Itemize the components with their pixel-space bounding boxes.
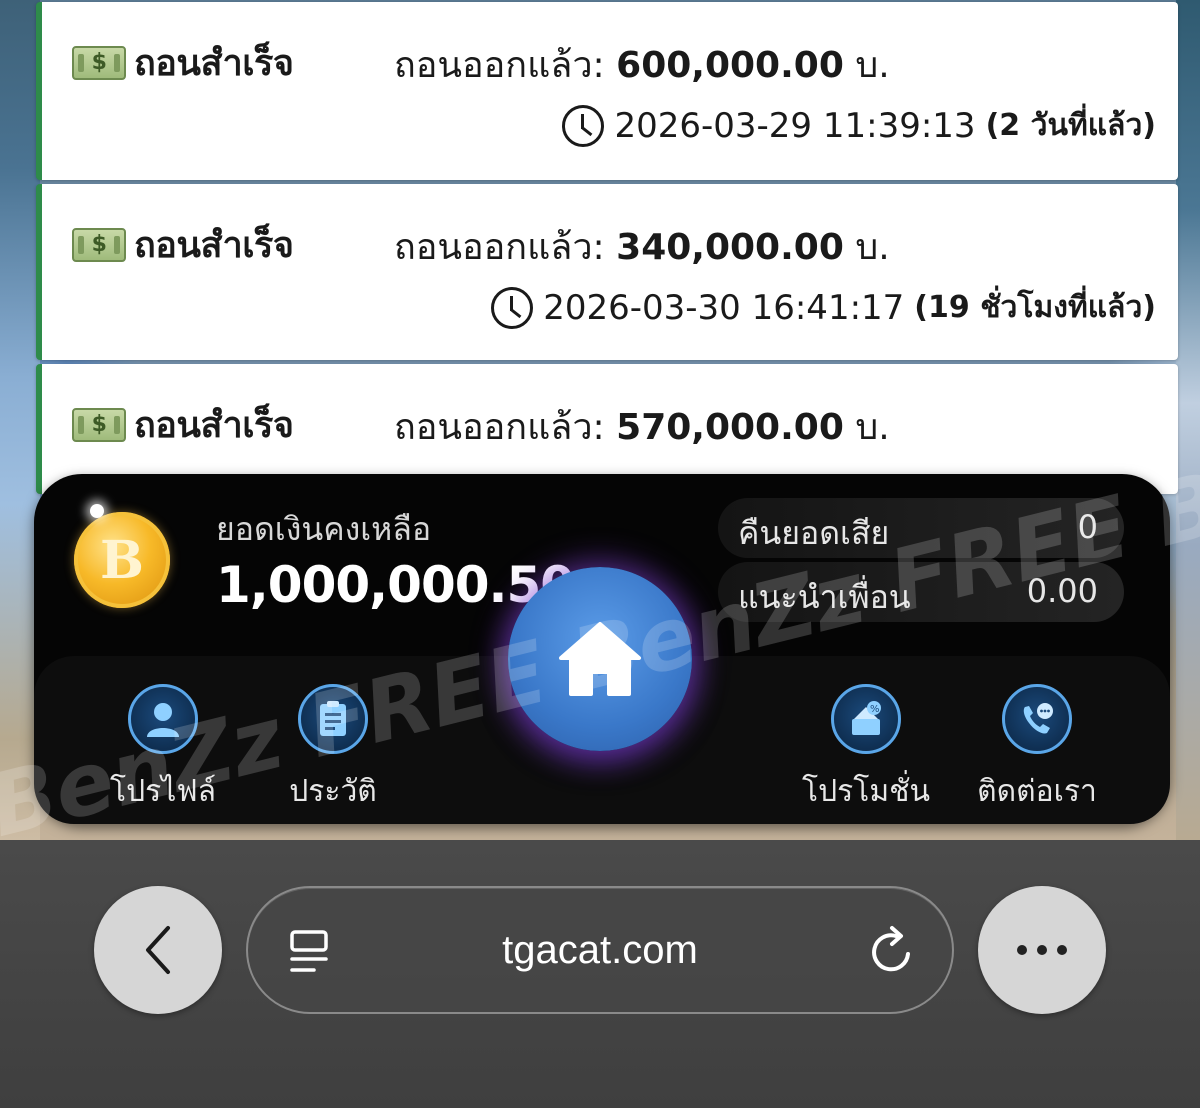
svg-text:%: %: [870, 704, 880, 715]
time-line: 2026-03-30 16:41:17 (19 ชั่วโมงที่แล้ว): [491, 284, 1156, 331]
address-bar[interactable]: tgacat.com: [246, 886, 954, 1014]
status-label: ถอนสำเร็จ: [134, 43, 294, 84]
datetime: 2026-03-29 11:39:13: [614, 105, 976, 146]
balance-value: 1,000,000.50: [216, 556, 575, 614]
currency: บ.: [855, 227, 890, 268]
money-icon: $: [72, 227, 126, 262]
transaction-card: $ ถอนสำเร็จ ถอนออกแล้ว: 600,000.00 บ. 20…: [36, 2, 1178, 180]
nav-promotion[interactable]: % โปรโมชั่น: [791, 684, 941, 815]
nav-contact[interactable]: ติดต่อเรา: [962, 684, 1112, 815]
clock-icon: [562, 104, 605, 147]
transaction-status: $ ถอนสำเร็จ: [72, 396, 294, 453]
cashback-value: 0: [1077, 508, 1098, 546]
phone-chat-icon: [1002, 684, 1072, 754]
more-dot-icon: [1037, 945, 1047, 955]
wallet-panel: B ยอดเงินคงเหลือ 1,000,000.50 คืนยอดเสีย…: [34, 474, 1170, 824]
nav-promotion-label: โปรโมชั่น: [801, 774, 931, 809]
background-right-edge: [1176, 0, 1200, 840]
amount-label: ถอนออกแล้ว:: [394, 227, 605, 268]
amount-label: ถอนออกแล้ว:: [394, 45, 605, 86]
money-icon: $: [72, 45, 126, 80]
transaction-status: $ ถอนสำเร็จ: [72, 34, 294, 91]
status-label: ถอนสำเร็จ: [134, 225, 294, 266]
amount-value: 570,000.00: [616, 407, 844, 448]
amount-line: ถอนออกแล้ว: 340,000.00 บ.: [394, 218, 890, 275]
more-dot-icon: [1017, 945, 1027, 955]
amount-label: ถอนออกแล้ว:: [394, 407, 605, 448]
status-label: ถอนสำเร็จ: [134, 405, 294, 446]
nav-profile-label: โปรไฟล์: [110, 774, 216, 809]
profile-icon: [128, 684, 198, 754]
home-button[interactable]: [508, 567, 692, 751]
nav-history[interactable]: ประวัติ: [258, 684, 408, 815]
clipboard-icon: [298, 684, 368, 754]
relative-time: (2 วันที่แล้ว): [985, 108, 1156, 143]
referral-label: แนะนำเพื่อน: [738, 578, 911, 616]
more-dot-icon: [1057, 945, 1067, 955]
relative-time: (19 ชั่วโมงที่แล้ว): [914, 290, 1156, 325]
datetime: 2026-03-30 16:41:17: [543, 287, 905, 328]
chevron-left-icon: [146, 926, 170, 974]
nav-contact-label: ติดต่อเรา: [977, 774, 1097, 809]
transaction-card: $ ถอนสำเร็จ ถอนออกแล้ว: 340,000.00 บ. 20…: [36, 184, 1178, 360]
home-icon: [559, 622, 641, 696]
money-icon: $: [72, 407, 126, 442]
more-options-button[interactable]: [978, 886, 1106, 1014]
promotion-icon: %: [831, 684, 901, 754]
referral-value: 0.00: [1026, 572, 1098, 610]
nav-history-label: ประวัติ: [289, 774, 377, 809]
url-text: tgacat.com: [502, 928, 698, 972]
amount-line: ถอนออกแล้ว: 570,000.00 บ.: [394, 398, 890, 455]
transaction-status: $ ถอนสำเร็จ: [72, 216, 294, 273]
bitcoin-coin-icon: B: [74, 512, 170, 608]
balance-label: ยอดเงินคงเหลือ: [216, 510, 432, 548]
clock-icon: [491, 286, 534, 329]
cashback-stat[interactable]: คืนยอดเสีย 0: [718, 498, 1124, 558]
amount-value: 600,000.00: [616, 45, 844, 86]
nav-profile[interactable]: โปรไฟล์: [88, 684, 238, 815]
sparkle-icon: [90, 504, 104, 518]
cashback-label: คืนยอดเสีย: [738, 514, 890, 552]
referral-stat[interactable]: แนะนำเพื่อน 0.00: [718, 562, 1124, 622]
reload-icon[interactable]: [866, 924, 918, 978]
currency: บ.: [855, 407, 890, 448]
browser-toolbar: tgacat.com: [0, 840, 1200, 1108]
currency: บ.: [855, 45, 890, 86]
time-line: 2026-03-29 11:39:13 (2 วันที่แล้ว): [562, 102, 1156, 149]
amount-value: 340,000.00: [616, 227, 844, 268]
amount-line: ถอนออกแล้ว: 600,000.00 บ.: [394, 36, 890, 93]
back-button[interactable]: [94, 886, 222, 1014]
